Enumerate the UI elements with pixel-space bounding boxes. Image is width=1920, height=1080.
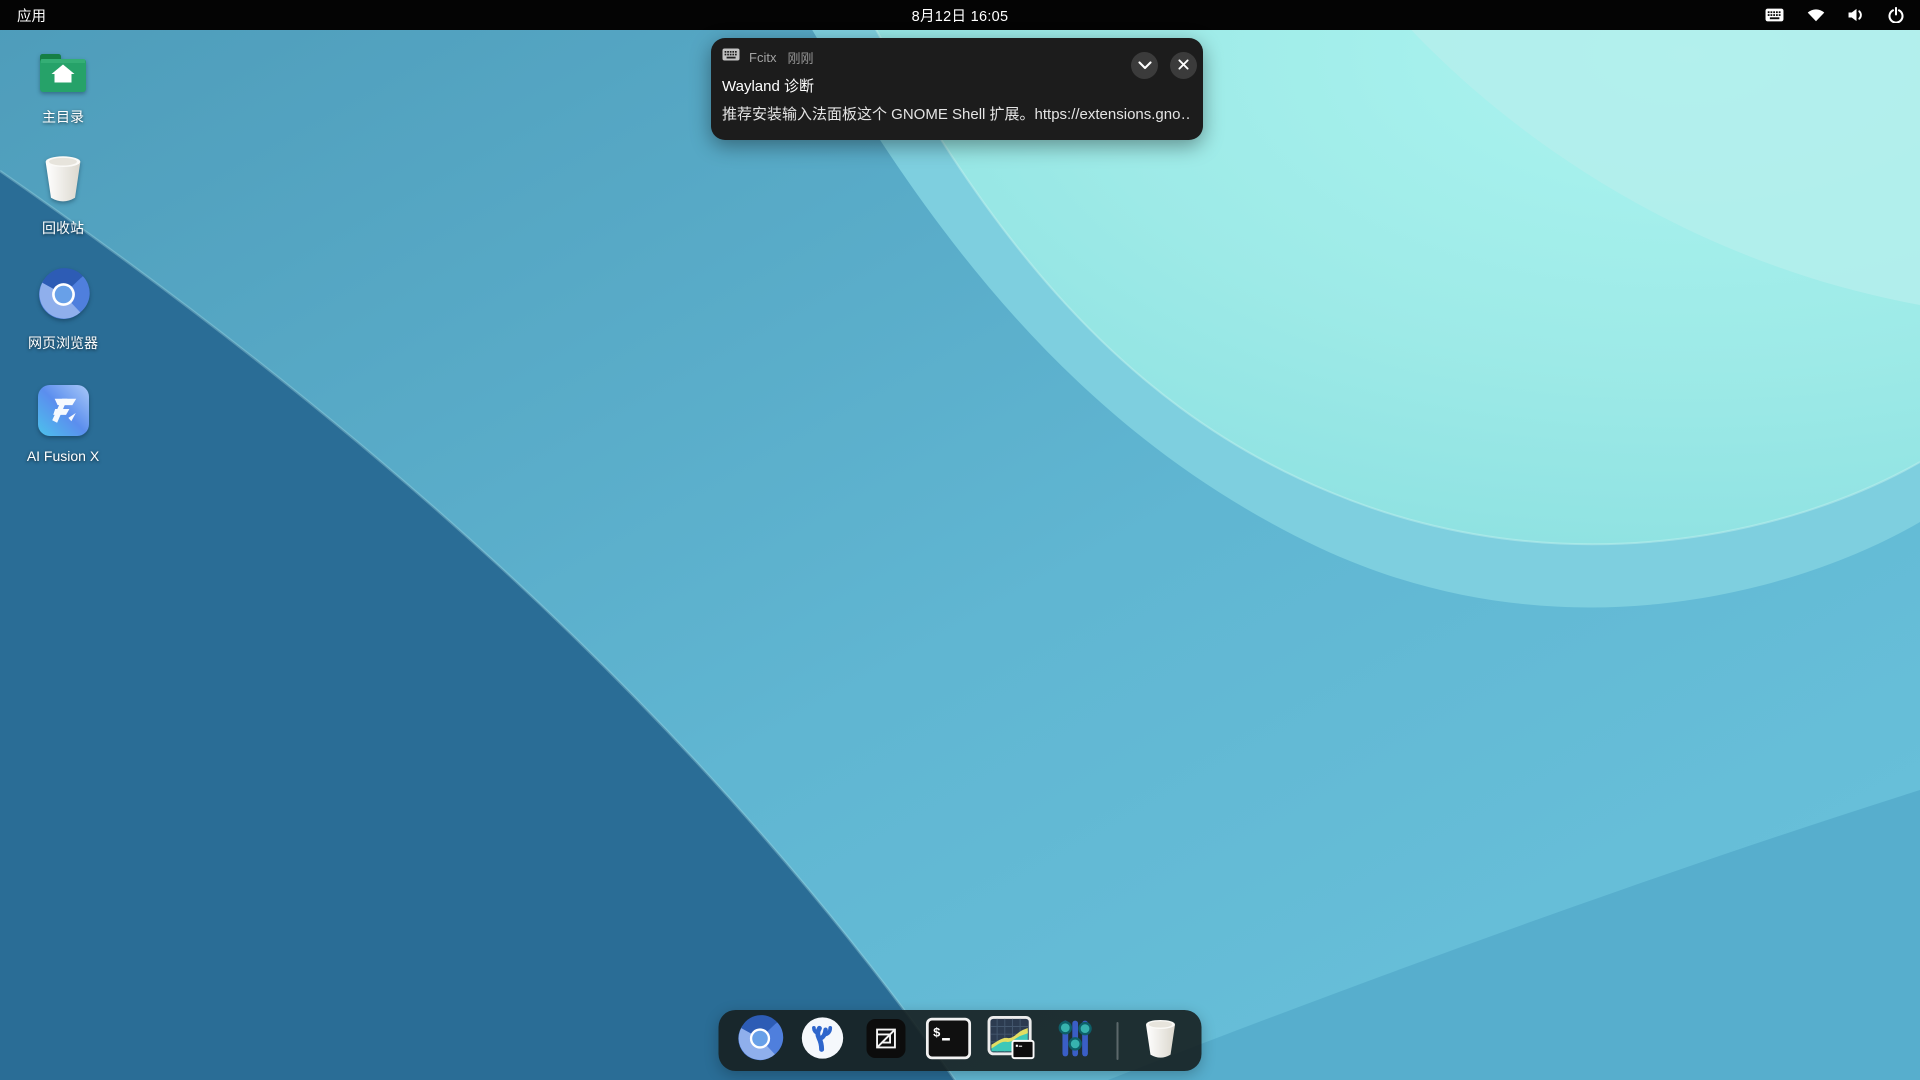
desktop-icon-label: 网页浏览器 bbox=[28, 333, 98, 353]
dock-item-tweaks[interactable] bbox=[1051, 1017, 1099, 1065]
collapse-button[interactable] bbox=[1131, 52, 1158, 79]
wifi-icon[interactable] bbox=[1807, 8, 1825, 22]
applications-button[interactable]: 应用 bbox=[0, 0, 63, 30]
clock-date-button[interactable]: 8月12日 16:05 bbox=[912, 5, 1009, 26]
volume-icon[interactable] bbox=[1848, 8, 1865, 22]
keyboard-icon bbox=[722, 48, 740, 66]
dock-item-coral-app[interactable] bbox=[799, 1017, 847, 1065]
close-icon bbox=[1178, 58, 1189, 73]
dock: $ bbox=[719, 1010, 1202, 1071]
notification-source: Fcitx bbox=[749, 50, 776, 65]
dock-item-system-monitor[interactable] bbox=[988, 1017, 1036, 1065]
terminal-icon: $ bbox=[926, 1017, 972, 1065]
desktop-icon-trash[interactable]: 回收站 bbox=[15, 155, 111, 238]
desktop-icon-ai-fusion-x[interactable]: AI Fusion X bbox=[15, 385, 111, 464]
zed-editor-icon bbox=[866, 1019, 905, 1063]
chevron-down-icon bbox=[1138, 58, 1152, 73]
notification-actions bbox=[1131, 52, 1197, 79]
top-bar: 应用 8月12日 16:05 bbox=[0, 0, 1920, 30]
desktop-icon-label: AI Fusion X bbox=[27, 448, 99, 464]
desktop-icon-home[interactable]: 主目录 bbox=[15, 44, 111, 127]
dock-item-terminal[interactable]: $ bbox=[925, 1017, 973, 1065]
desktop: 应用 8月12日 16:05 bbox=[0, 0, 1920, 1080]
home-folder-icon bbox=[38, 51, 88, 100]
wallpaper bbox=[0, 0, 1920, 1080]
chromium-browser-icon bbox=[736, 1015, 783, 1067]
ai-fusion-x-icon bbox=[38, 385, 89, 441]
desktop-icon-label: 回收站 bbox=[42, 218, 84, 238]
desktop-icon-label: 主目录 bbox=[42, 107, 84, 127]
coral-app-icon bbox=[801, 1016, 845, 1065]
trash-icon bbox=[38, 151, 88, 211]
notification-title: Wayland 诊断 bbox=[722, 75, 1191, 96]
notification-header: Fcitx 刚刚 bbox=[722, 48, 1191, 66]
dock-separator bbox=[1117, 1022, 1119, 1060]
power-icon[interactable] bbox=[1888, 7, 1904, 23]
system-monitor-icon bbox=[987, 1015, 1037, 1066]
dock-item-zed-editor[interactable] bbox=[862, 1017, 910, 1065]
close-button[interactable] bbox=[1170, 52, 1197, 79]
chromium-browser-icon bbox=[37, 268, 90, 326]
keyboard-indicator-icon[interactable] bbox=[1765, 8, 1784, 22]
dock-item-chromium[interactable] bbox=[736, 1017, 784, 1065]
trash-icon bbox=[1140, 1016, 1182, 1066]
notification-body: 推荐安装输入法面板这个 GNOME Shell 扩展。https://exten… bbox=[722, 103, 1191, 124]
tweaks-sliders-icon bbox=[1053, 1017, 1096, 1065]
desktop-icon-web-browser[interactable]: 网页浏览器 bbox=[15, 270, 111, 353]
notification-banner[interactable]: Fcitx 刚刚 Wayland 诊断 推荐安装输入法面板这个 GNOME Sh… bbox=[711, 38, 1203, 140]
svg-text:$: $ bbox=[933, 1025, 941, 1040]
system-tray bbox=[1765, 0, 1920, 30]
dock-item-trash[interactable] bbox=[1137, 1017, 1185, 1065]
notification-time: 刚刚 bbox=[787, 48, 813, 67]
